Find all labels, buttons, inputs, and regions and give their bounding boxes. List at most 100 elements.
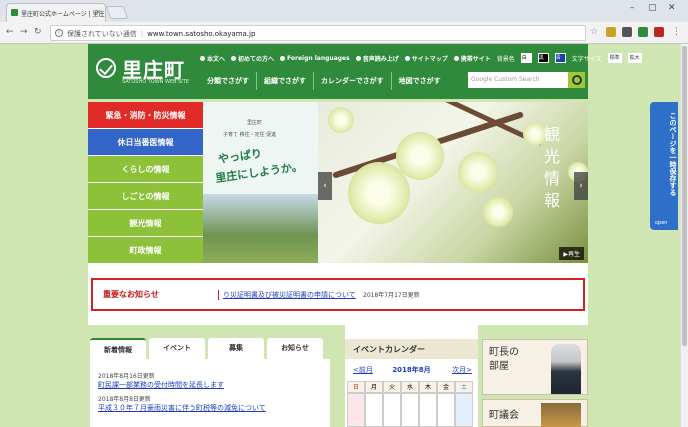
banner-town: 里庄町 (247, 120, 263, 126)
next-month-link[interactable]: 次月> (452, 365, 472, 375)
calendar-cell[interactable] (347, 393, 365, 427)
font-size-large-button[interactable]: 拡大 (627, 53, 642, 63)
search-input[interactable]: Google Custom Search (468, 72, 568, 88)
site-header: 里庄町 SATOSHO TOWN WEB SITE 本文へ 初めての方へ For… (88, 44, 642, 99)
menu-holiday-doctor[interactable]: 休日当番医情報 (88, 129, 203, 156)
side-menu: 緊急・消防・防災情報 休日当番医情報 くらしの情報 しごとの情報 観光情報 町政… (88, 102, 203, 264)
extension-icon[interactable] (606, 27, 616, 37)
calendar-cell[interactable] (419, 393, 437, 427)
relocation-banner[interactable]: 里庄町 子育て 移住・定住 促進 やっぱり 里庄にしようか。 (203, 102, 318, 263)
calendar-nav: <前月 2018年8月 次月> (345, 365, 478, 375)
news-date: 2018年8月16日更新 (98, 373, 155, 380)
back-icon[interactable]: ← (6, 27, 14, 37)
search-button[interactable] (568, 72, 585, 88)
mayor-room-banner[interactable]: 町長の 部屋 (482, 339, 588, 395)
town-council-banner[interactable]: 町議会 (482, 399, 588, 427)
util-link-first-time[interactable]: 初めての方へ (231, 54, 274, 63)
favicon-icon (11, 9, 18, 16)
info-icon[interactable]: i (55, 29, 63, 37)
weekday-fri: 金 (437, 381, 455, 393)
news-list: 2018年8月16日更新 町民課一部業務の受付時間を延長します 2018年8月8… (90, 359, 330, 427)
save-page-open: open (655, 220, 668, 226)
prev-month-link[interactable]: <前月 (353, 365, 373, 375)
carousel-prev-icon[interactable]: ‹ (318, 172, 332, 200)
site-subtitle: SATOSHO TOWN WEB SITE (122, 79, 189, 85)
nav-calendar[interactable]: カレンダーでさがす (313, 72, 391, 90)
weekday-wed: 水 (401, 381, 419, 393)
bg-color-label: 背景色 (496, 55, 515, 63)
council-photo (541, 403, 581, 427)
weekday-sat: 土 (455, 381, 473, 393)
mayor-photo (551, 344, 581, 394)
menu-icon[interactable]: ⋮ (672, 27, 681, 37)
bg-white-button[interactable]: 白 (520, 53, 532, 63)
menu-town-admin[interactable]: 町政情報 (88, 237, 203, 264)
bg-black-button[interactable]: 黒 (537, 53, 549, 63)
bookmark-star-icon[interactable]: ☆ (590, 27, 598, 37)
util-link-main[interactable]: 本文へ (200, 54, 225, 63)
util-link-voice[interactable]: 音声読み上げ (355, 54, 399, 63)
tab-events[interactable]: イベント (149, 338, 205, 359)
cherry-blossom-photo: 観光情報 (318, 102, 588, 263)
close-window-icon[interactable]: ✕ (668, 3, 676, 13)
tab-whats-new[interactable]: 新着情報 (90, 338, 146, 359)
calendar-cell[interactable] (365, 393, 383, 427)
extension-icon[interactable] (622, 27, 632, 37)
extension-icon[interactable] (638, 27, 648, 37)
main-nav: 分類でさがす 組織でさがす カレンダーでさがす 地図でさがす (200, 72, 448, 90)
play-button[interactable]: ▶再生 (559, 247, 584, 260)
tab-strip: 里庄町公式ホームページ | 里庄 × – ▢ ✕ (0, 0, 688, 22)
calendar-cell[interactable] (455, 393, 473, 427)
nav-category[interactable]: 分類でさがす (200, 72, 256, 90)
menu-work[interactable]: しごとの情報 (88, 183, 203, 210)
nav-map[interactable]: 地図でさがす (390, 72, 448, 90)
tab-recruitment[interactable]: 募集 (208, 338, 264, 359)
hero-carousel[interactable]: 里庄町 子育て 移住・定住 促進 やっぱり 里庄にしようか。 観光情報 ‹ › (203, 102, 588, 263)
calendar-weekdays: 日 月 火 水 木 金 土 (347, 381, 473, 393)
notice-title: 重要なお知らせ (103, 290, 159, 299)
calendar-cell[interactable] (437, 393, 455, 427)
carousel-next-icon[interactable]: › (574, 172, 588, 200)
maximize-icon[interactable]: ▢ (648, 3, 657, 13)
notice-date: 2018年7月17日更新 (363, 292, 420, 299)
reload-icon[interactable]: ↻ (34, 27, 42, 37)
notice-area: 重要なお知らせ り災証明書及び被災証明書の申請について 2018年7月17日更新 (88, 263, 588, 325)
page-scrollbar[interactable] (680, 44, 688, 427)
photo-caption: 観光情報 (543, 125, 560, 210)
calendar-cell[interactable] (401, 393, 419, 427)
menu-emergency[interactable]: 緊急・消防・防災情報 (88, 102, 203, 129)
address-input[interactable]: i 保護されていない通信 | www.town.satosho.okayama.jp (50, 25, 586, 41)
minimize-icon[interactable]: – (630, 3, 635, 13)
news-link[interactable]: 町民課一部業務の受付時間を延長します (98, 380, 330, 390)
notice-link[interactable]: り災証明書及び被災証明書の申請について (218, 290, 356, 300)
calendar-title: イベントカレンダー (345, 339, 478, 359)
utility-nav: 本文へ 初めての方へ Foreign languages 音声読み上げ サイトマ… (200, 53, 642, 63)
util-link-sitemap[interactable]: サイトマップ (404, 54, 448, 63)
tab-notices[interactable]: お知らせ (267, 338, 323, 359)
news-tabs: 新着情報 イベント 募集 お知らせ (90, 338, 323, 359)
address-bar-row: ← → ↻ i 保護されていない通信 | www.town.satosho.okay… (0, 22, 688, 44)
util-link-foreign[interactable]: Foreign languages (280, 55, 350, 62)
security-label: 保護されていない通信 (67, 30, 137, 38)
browser-tab[interactable]: 里庄町公式ホームページ | 里庄 × (6, 3, 106, 22)
menu-tourism[interactable]: 観光情報 (88, 210, 203, 237)
extension-icon[interactable] (654, 27, 664, 37)
util-link-mobile[interactable]: 携帯サイト (453, 54, 491, 63)
event-calendar: イベントカレンダー <前月 2018年8月 次月> 日 月 火 水 木 金 土 (345, 325, 478, 427)
new-tab-button[interactable] (105, 6, 129, 19)
nav-organization[interactable]: 組織でさがす (256, 72, 313, 90)
save-page-tab[interactable]: このページを一時保存する open (650, 102, 678, 230)
scrollbar-thumb[interactable] (682, 46, 687, 346)
close-tab-icon[interactable]: × (95, 8, 101, 16)
forward-icon[interactable]: → (20, 27, 28, 37)
bg-blue-button[interactable]: 青 (554, 53, 566, 63)
news-link[interactable]: 平成３０年７月豪雨災害に伴う町税等の減免について (98, 403, 330, 413)
font-size-normal-button[interactable]: 標準 (607, 53, 622, 63)
banner-tagline: 子育て 移住・定住 促進 (223, 132, 277, 138)
menu-living[interactable]: くらしの情報 (88, 156, 203, 183)
important-notice: 重要なお知らせ り災証明書及び被災証明書の申請について 2018年7月17日更新 (91, 278, 585, 311)
town-logo-icon[interactable] (96, 58, 116, 78)
news-date: 2018年8月8日更新 (98, 396, 151, 403)
weekday-tue: 火 (383, 381, 401, 393)
calendar-cell[interactable] (383, 393, 401, 427)
